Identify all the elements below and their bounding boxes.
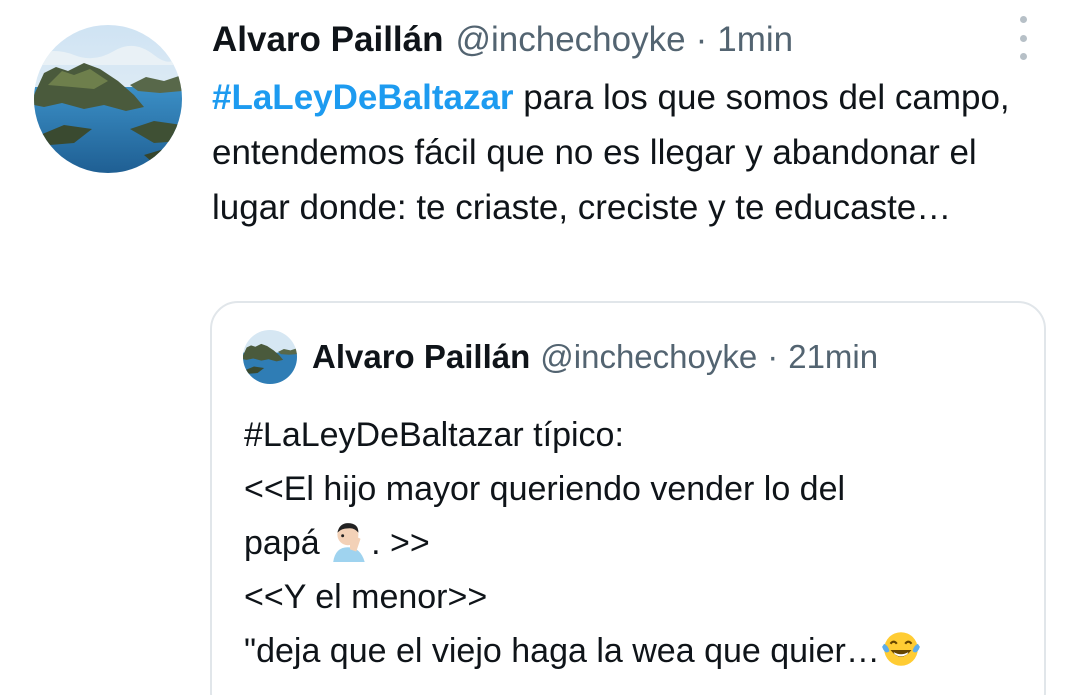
quoted-line: "deja que el viejo haga la wea que quier… xyxy=(244,624,1044,678)
quoted-line: <<El hijo mayor queriendo vender lo del xyxy=(244,470,846,508)
quoted-tweet-text: #LaLeyDeBaltazar típico: <<El hijo mayor… xyxy=(244,408,1044,678)
separator-dot: · xyxy=(695,20,708,59)
face-with-tears-of-joy-emoji xyxy=(880,628,922,670)
author-handle[interactable]: @inchechoyke xyxy=(455,20,685,60)
quoted-line-text: . >> xyxy=(371,524,430,562)
tweet-timestamp[interactable]: 1min xyxy=(717,20,793,60)
tweet-header: Alvaro Paillán @inchechoyke · 1min xyxy=(212,14,793,66)
quoted-author-handle: @inchechoyke xyxy=(540,338,758,375)
quoted-line-text: "deja que el viejo haga la wea que quier… xyxy=(244,632,880,670)
man-facepalming-emoji xyxy=(329,520,371,562)
quoted-line-text: papá xyxy=(244,524,330,562)
quoted-author-name: Alvaro Paillán xyxy=(312,338,531,375)
quoted-author-avatar xyxy=(243,330,297,384)
quoted-line: papá . >> xyxy=(244,516,1044,570)
more-vertical-icon[interactable] xyxy=(1008,16,1038,60)
hashtag-link[interactable]: #LaLeyDeBaltazar xyxy=(212,78,514,117)
separator-dot: · xyxy=(767,338,779,375)
landscape-avatar-image xyxy=(34,25,182,173)
quoted-tweet-timestamp: 21min xyxy=(788,338,879,375)
quoted-line: #LaLeyDeBaltazar típico: xyxy=(244,416,624,454)
quoted-tweet-header: Alvaro Paillán @inchechoyke · 21min xyxy=(312,334,878,380)
author-avatar[interactable] xyxy=(34,25,182,173)
author-name[interactable]: Alvaro Paillán xyxy=(212,20,443,60)
landscape-avatar-image xyxy=(243,330,297,384)
tweet-text: #LaLeyDeBaltazar para los que somos del … xyxy=(212,70,1052,235)
quoted-line: <<Y el menor>> xyxy=(244,578,488,616)
